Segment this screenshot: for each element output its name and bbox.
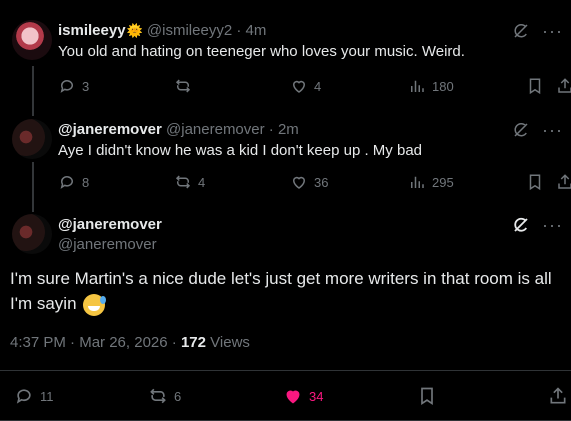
like-icon	[286, 390, 300, 404]
tweet-meta: 4:37 PM · Mar 26, 2026 · 172 Views	[10, 334, 250, 351]
like-button[interactable]: 36	[290, 173, 328, 191]
repost-icon	[175, 175, 191, 189]
tweet-top-actions: ···	[512, 22, 563, 40]
grok-icon[interactable]	[512, 22, 530, 40]
more-icon[interactable]: ···	[542, 216, 563, 234]
thread-line	[32, 162, 34, 212]
main-action-bar: 11 6 34	[0, 386, 571, 406]
sun-emoji-icon: 🌞	[126, 23, 143, 38]
main-text-line: I'm sure Martin's a nice dude let's just…	[10, 269, 552, 288]
reply-button[interactable]: 11	[14, 386, 54, 406]
like-count: 36	[314, 174, 329, 190]
repost-button[interactable]: 6	[148, 386, 181, 406]
like-button[interactable]: 4	[290, 77, 321, 95]
reply-icon	[16, 389, 31, 404]
like-icon	[292, 176, 306, 189]
tweet-header: ismileeyy🌞 @ismileeyy2 · 4m	[58, 22, 266, 39]
views-icon	[411, 176, 424, 188]
reply-count: 3	[82, 78, 90, 94]
repost-icon	[150, 388, 166, 404]
bookmark-button[interactable]	[526, 77, 544, 95]
reply-icon	[60, 176, 73, 189]
like-count: 4	[314, 78, 322, 94]
views-label: Views	[210, 334, 250, 351]
bookmark-icon	[529, 174, 541, 191]
tweet-top-actions: ···	[512, 121, 563, 139]
user-handle[interactable]: @janeremover	[166, 121, 265, 138]
post-date[interactable]: Mar 26, 2026	[79, 334, 167, 351]
share-icon	[550, 387, 566, 404]
avatar[interactable]	[12, 214, 52, 254]
reply-button[interactable]: 3	[58, 77, 89, 95]
repost-button[interactable]: 4	[174, 173, 205, 191]
bookmark-button[interactable]	[526, 173, 544, 191]
separator: ·	[171, 334, 177, 351]
views-count: 295	[432, 174, 454, 190]
user-handle[interactable]: @ismileeyy2	[147, 22, 232, 39]
reply-icon	[60, 80, 73, 93]
display-name[interactable]: @janeremover	[58, 121, 162, 138]
share-button[interactable]	[556, 77, 571, 95]
bookmark-icon	[529, 78, 541, 95]
tweet-top-actions: ···	[512, 216, 563, 234]
views-button[interactable]: 180	[408, 77, 454, 95]
separator: ·	[268, 121, 274, 138]
main-tweet-text: I'm sure Martin's a nice dude let's just…	[10, 266, 565, 316]
timestamp[interactable]: 2m	[278, 121, 299, 138]
grinning-sweat-emoji-icon	[83, 293, 107, 316]
share-icon	[558, 78, 571, 93]
user-handle[interactable]: @janeremover	[58, 236, 162, 253]
repost-count: 4	[198, 174, 206, 190]
separator: ·	[70, 334, 76, 351]
share-button[interactable]	[548, 386, 568, 406]
share-button[interactable]	[556, 173, 571, 191]
reply-button[interactable]: 8	[58, 173, 89, 191]
tweet-header: @janeremover @janeremover	[58, 216, 162, 253]
tweet-text: You old and hating on teeneger who loves…	[58, 43, 465, 60]
post-time[interactable]: 4:37 PM	[10, 334, 66, 351]
tweet-text: Aye I didn't know he was a kid I don't k…	[58, 142, 422, 159]
display-name[interactable]: ismileeyy	[58, 22, 126, 39]
repost-button[interactable]	[174, 77, 198, 95]
reply-count: 8	[82, 174, 90, 190]
repost-count: 6	[174, 388, 182, 404]
more-icon[interactable]: ···	[542, 121, 563, 139]
bookmark-button[interactable]	[417, 386, 437, 406]
timestamp[interactable]: 4m	[246, 22, 267, 39]
bookmark-icon	[421, 387, 433, 406]
repost-icon	[175, 79, 191, 93]
display-name[interactable]: @janeremover	[58, 216, 162, 233]
grok-icon[interactable]	[512, 216, 530, 234]
avatar[interactable]	[12, 20, 52, 60]
reply-count: 11	[40, 388, 54, 404]
like-count: 34	[309, 388, 324, 404]
like-button[interactable]: 34	[283, 386, 323, 406]
more-icon[interactable]: ···	[542, 22, 563, 40]
main-text-line: I'm sayin	[10, 294, 77, 313]
views-count: 172	[180, 334, 206, 351]
share-icon	[558, 174, 571, 189]
thread-line	[32, 66, 34, 116]
views-icon	[411, 80, 424, 92]
views-count: 180	[432, 78, 454, 94]
separator: ·	[236, 22, 242, 39]
grok-icon[interactable]	[512, 121, 530, 139]
like-icon	[292, 80, 306, 93]
avatar[interactable]	[12, 119, 52, 159]
action-bar: 8 4 36 295	[58, 173, 571, 193]
action-bar: 3 4 180	[58, 77, 571, 97]
divider	[0, 370, 571, 371]
tweet-header: @janeremover @janeremover · 2m	[58, 121, 299, 138]
views-button[interactable]: 295	[408, 173, 454, 191]
